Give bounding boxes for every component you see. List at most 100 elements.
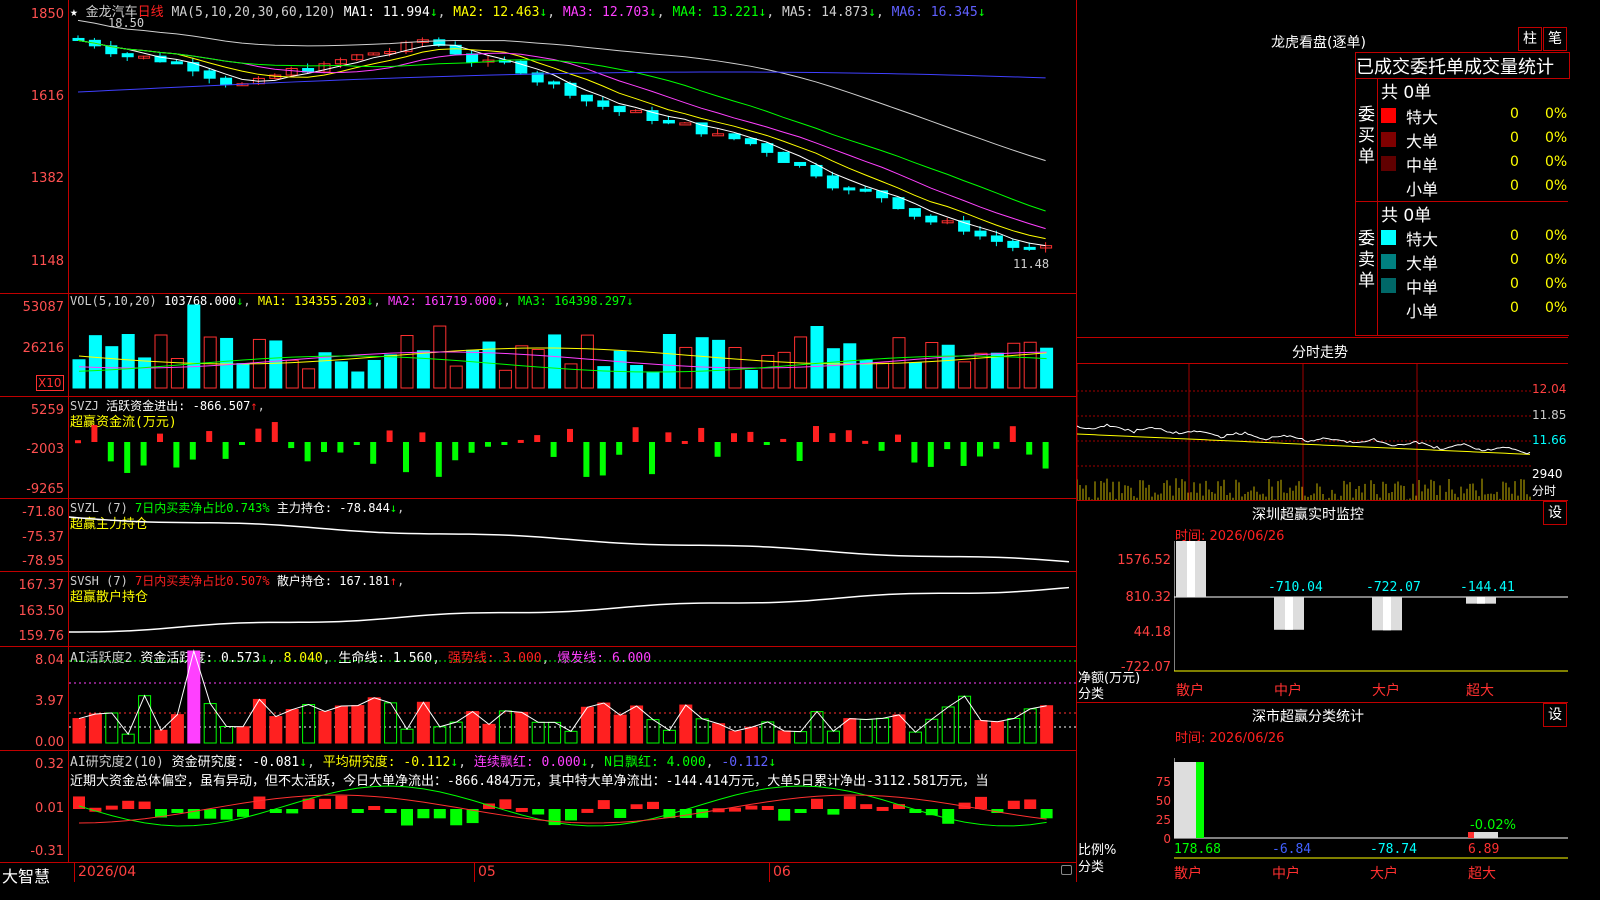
bar-mode-button[interactable]: 柱 (1518, 27, 1542, 51)
candlestick-chart[interactable] (69, 0, 1076, 293)
flow-bar (862, 440, 869, 444)
flow-bar (517, 439, 524, 443)
volume-bar (236, 363, 250, 389)
research-bar (417, 809, 430, 819)
volume-panel[interactable]: 53087 26216 X10 VOL(5,10,20) 103768.000↓… (0, 294, 1076, 396)
flow-bar (173, 442, 180, 468)
candle-body (712, 133, 725, 137)
color-swatch (1381, 302, 1396, 317)
intraday-chart[interactable] (1077, 364, 1532, 500)
monitor-panel[interactable]: 深圳超赢实时监控 设 时间: 2026/06/26 1576.52 810.32… (1077, 501, 1568, 702)
volume-bar (138, 357, 152, 389)
buy-row: 特大 0 0% (1381, 104, 1568, 128)
research-bar (876, 806, 889, 811)
candle-body (810, 164, 823, 177)
research-bar (515, 807, 528, 812)
svzj-chart[interactable] (69, 397, 1076, 498)
candle-body (285, 68, 298, 76)
flow-bar (993, 442, 1000, 449)
svzl-panel[interactable]: -71.80 -75.37 -78.95 SVZL (7) 7日内买卖净占比0.… (0, 499, 1076, 571)
ai-research-axis-label: -0.31 (30, 844, 64, 859)
vol-unit-badge: X10 (36, 375, 64, 391)
flow-bar (337, 442, 344, 453)
monitor-chart[interactable]: 1576.52散户-710.04中户-722.07大户-144.41超大 (1174, 541, 1568, 702)
volume-bar (990, 352, 1004, 389)
research-bar (171, 809, 184, 813)
research-bar (204, 809, 217, 819)
monitor-cat-label: 分类 (1078, 687, 1105, 702)
app-logo: 大智慧 (2, 867, 51, 886)
intraday-title: 分时走势 (1292, 345, 1348, 361)
activity-bar (974, 720, 988, 744)
svzj-panel[interactable]: 5259 -2003 -9265 SVZJ 活跃资金进出: -866.507↑,… (0, 397, 1076, 498)
svsh-chart[interactable] (69, 572, 1076, 646)
activity-bar (1023, 708, 1037, 744)
flow-bar (895, 434, 901, 442)
activity-bar (482, 723, 496, 744)
row-name: 中单 (1406, 278, 1439, 297)
intraday-panel[interactable]: 分时走势 12.04 11.85 11.66 2940 分时 (1077, 338, 1568, 500)
flow-bar (370, 442, 377, 464)
ai-research-chart[interactable] (69, 751, 1076, 862)
ma-line (77, 19, 1046, 162)
activity-bar (597, 702, 611, 744)
volume-bar (712, 339, 726, 389)
ai-research-panel[interactable]: 0.32 0.01 -0.31 AI研究度2(10) 资金研究度: -0.081… (0, 751, 1076, 862)
ai-active-axis-label: 0.00 (35, 735, 64, 750)
buy-row: 小单 0 0% (1381, 176, 1568, 200)
candle-body (777, 151, 790, 163)
classify-panel[interactable]: 深市超赢分类统计 设 时间: 2026/06/26 75 50 25 0 比例%… (1077, 703, 1568, 882)
activity-bar (220, 726, 234, 744)
activity-bar (105, 712, 119, 744)
research-bar (138, 801, 151, 809)
flow-bar (878, 442, 885, 451)
row-pct: 0% (1545, 252, 1568, 268)
sell-label: 委卖单 (1358, 229, 1375, 291)
ai-activity-chart[interactable] (69, 647, 1076, 750)
activity-bar (908, 731, 922, 744)
flow-bar (435, 442, 442, 477)
color-swatch (1381, 254, 1396, 269)
activity-bar (695, 718, 709, 744)
research-bar (122, 800, 135, 809)
activity-bar (154, 729, 168, 744)
svzl-chart[interactable] (69, 499, 1076, 571)
dragon-tiger-panel[interactable]: 龙虎看盘(逐单) 柱 笔 已成交委托单成交量统计 委买单 委卖单 共 0单 共 … (1077, 0, 1570, 337)
flow-bar (91, 424, 98, 442)
dragon-title: 龙虎看盘(逐单) (1271, 35, 1366, 51)
vol-axis-label: 53087 (22, 300, 64, 315)
ai-activity-panel[interactable]: 8.04 3.97 0.00 AI活跃度2 资金活跃度: 0.573↓, 8.0… (0, 647, 1076, 750)
flow-bar (845, 430, 852, 442)
volume-bar (843, 343, 857, 389)
research-bar (581, 808, 594, 813)
price-axis-label: 1616 (30, 89, 64, 104)
candle-body (679, 122, 692, 126)
volume-bar (1007, 342, 1021, 389)
activity-bar (531, 721, 545, 744)
left-chart-area[interactable]: 1850 1616 1382 1148 ★ 金龙汽车日线 MA(5,10,20,… (0, 0, 1076, 886)
volume-bar (597, 366, 611, 389)
svsh-axis-label: 163.50 (18, 604, 65, 619)
lock-icon[interactable] (1061, 865, 1072, 875)
classify-settings-button[interactable]: 设 (1543, 703, 1567, 727)
volume-bar (580, 334, 594, 389)
flow-bar (452, 442, 459, 461)
candle-body (203, 70, 216, 79)
price-axis-label: 1382 (30, 171, 64, 186)
research-bar (220, 809, 233, 820)
row-count: 0 (1510, 154, 1519, 170)
activity-bar (449, 721, 463, 744)
classify-chart[interactable]: 178.68 散户 -6.84 中户 -78.74 大户 6.89 超大 (1174, 758, 1568, 882)
monitor-settings-button[interactable]: 设 (1543, 501, 1567, 525)
candle-body (990, 235, 1003, 242)
activity-bar (121, 733, 135, 744)
intraday-axis-label: 12.04 (1532, 382, 1567, 396)
volume-chart[interactable] (69, 294, 1076, 396)
net-amount-bar-highlight (1285, 597, 1293, 630)
candle-body (170, 61, 183, 65)
activity-bar (72, 718, 86, 744)
flow-bar (271, 422, 278, 442)
tick-mode-button[interactable]: 笔 (1543, 27, 1567, 51)
price-panel[interactable]: 1850 1616 1382 1148 ★ 金龙汽车日线 MA(5,10,20,… (0, 0, 1076, 293)
svsh-panel[interactable]: 167.37 163.50 159.76 SVSH (7) 7日内买卖净占比0.… (0, 572, 1076, 646)
